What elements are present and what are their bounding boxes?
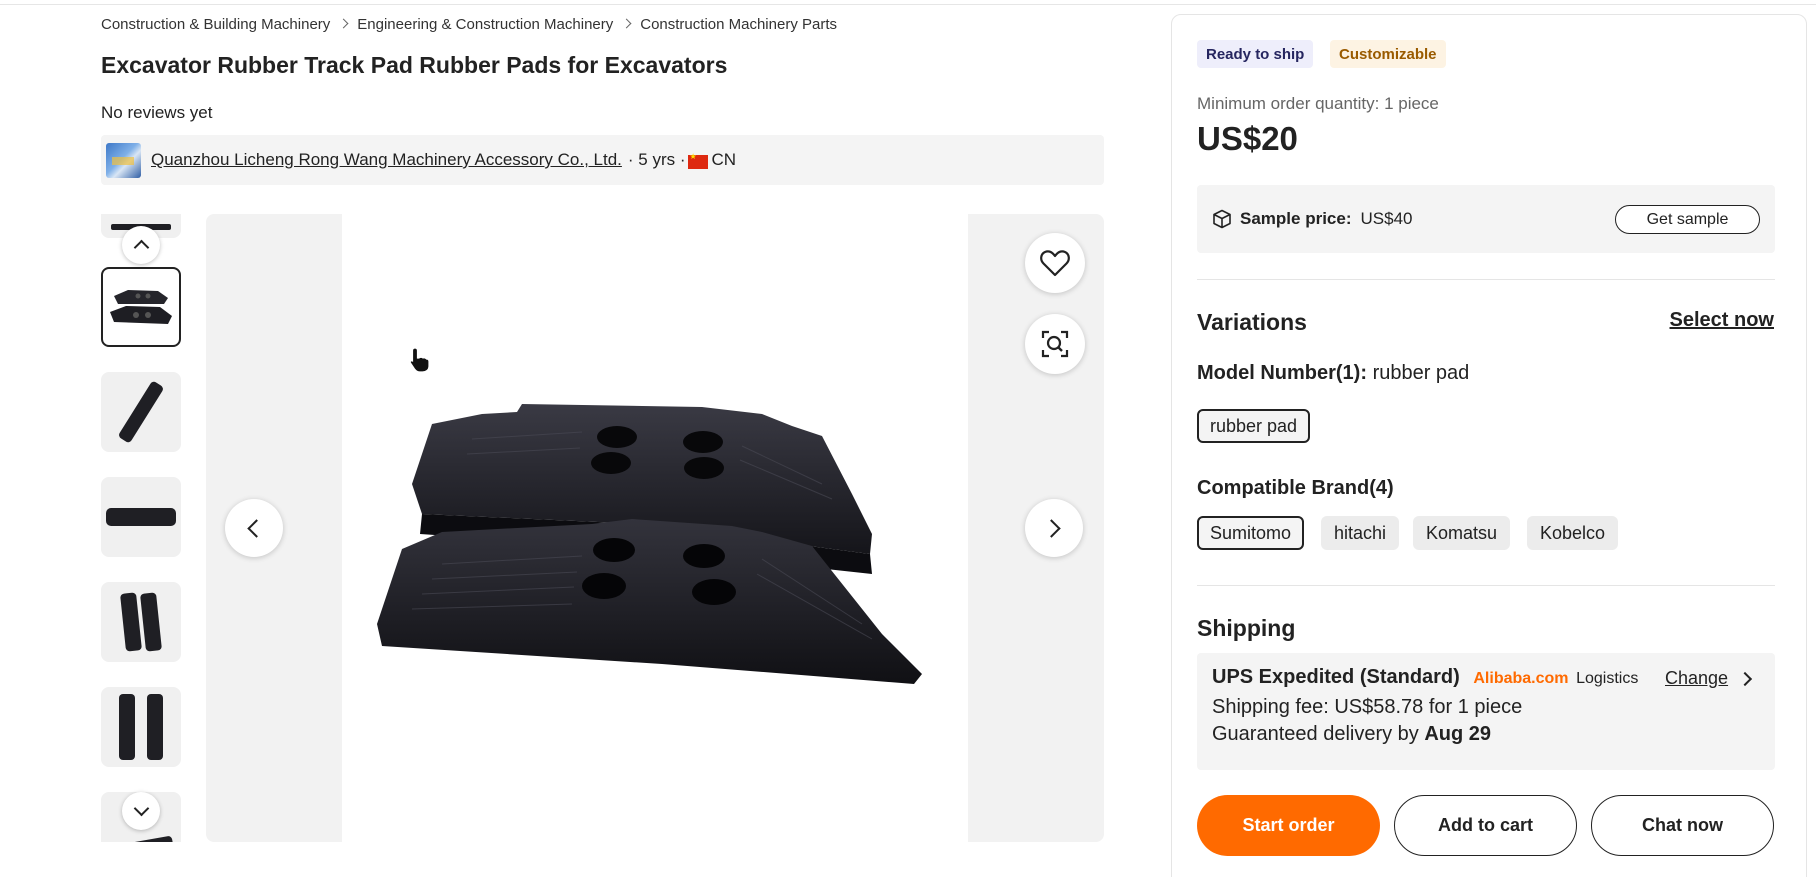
sample-price-box: Sample price: US$40 Get sample <box>1197 185 1775 253</box>
top-divider <box>0 4 1816 5</box>
change-shipping-link[interactable]: Change <box>1665 668 1753 689</box>
breadcrumb: Construction & Building Machinery Engine… <box>101 16 837 33</box>
chevron-up-icon <box>133 239 149 256</box>
purchase-panel: Ready to ship Customizable Minimum order… <box>1171 14 1807 877</box>
chevron-down-icon <box>133 800 149 817</box>
shipping-fee: Shipping fee: US$58.78 for 1 piece <box>1212 696 1523 718</box>
select-now-link[interactable]: Select now <box>1670 309 1774 332</box>
shipping-title: Shipping <box>1197 615 1296 641</box>
thumbnail[interactable] <box>101 687 181 767</box>
thumbnail-image <box>110 290 172 324</box>
supplier-years: · 5 yrs · <box>627 150 686 169</box>
divider <box>1197 585 1775 586</box>
model-number-label: Model Number(1): <box>1197 362 1367 384</box>
favorite-button[interactable] <box>1025 233 1085 293</box>
image-search-button[interactable] <box>1025 314 1085 374</box>
add-to-cart-button[interactable]: Add to cart <box>1394 795 1577 856</box>
thumbnail[interactable] <box>101 372 181 452</box>
brand-option-sumitomo[interactable]: Sumitomo <box>1197 516 1305 550</box>
delivery-guarantee: Guaranteed delivery by Aug 29 <box>1212 723 1492 745</box>
main-image-viewer[interactable] <box>206 214 1104 842</box>
shipping-method: UPS Expedited (Standard) <box>1212 666 1460 688</box>
alibaba-logo: Alibaba.com <box>1473 670 1569 687</box>
breadcrumb-item[interactable]: Engineering & Construction Machinery <box>357 16 613 33</box>
thumbnail-strip <box>101 214 181 842</box>
thumbnail[interactable] <box>101 582 181 662</box>
supplier-name-link[interactable]: Quanzhou Licheng Rong Wang Machinery Acc… <box>151 150 622 170</box>
logistics-label: Logistics <box>1576 670 1639 687</box>
sample-price-value: US$40 <box>1360 209 1413 228</box>
model-number-row: Model Number(1): rubber pad <box>1197 362 1469 385</box>
minimum-order-quantity: Minimum order quantity: 1 piece <box>1197 94 1439 113</box>
chat-now-button[interactable]: Chat now <box>1591 795 1774 856</box>
get-sample-button[interactable]: Get sample <box>1615 205 1760 234</box>
chevron-right-icon <box>1737 671 1753 686</box>
breadcrumb-item[interactable]: Construction & Building Machinery <box>101 16 330 33</box>
image-search-icon <box>1041 330 1069 358</box>
chevron-right-icon <box>338 18 349 29</box>
shipping-box: UPS Expedited (Standard) Alibaba.com Log… <box>1197 653 1775 770</box>
compatible-brand-label: Compatible Brand(4) <box>1197 477 1394 499</box>
divider <box>1197 279 1775 280</box>
next-image-button[interactable] <box>1025 499 1083 557</box>
previous-image-button[interactable] <box>225 499 283 557</box>
product-title: Excavator Rubber Track Pad Rubber Pads f… <box>101 52 728 78</box>
brand-option-hitachi[interactable]: hitachi <box>1321 516 1400 550</box>
thumbnails-down-button[interactable] <box>122 792 160 830</box>
chevron-left-icon <box>247 518 266 538</box>
model-option-rubber-pad[interactable]: rubber pad <box>1197 409 1311 443</box>
thumbnail[interactable] <box>101 477 181 557</box>
hand-cursor-icon <box>409 347 430 373</box>
sample-price-label: Sample price: <box>1240 209 1352 228</box>
heart-icon <box>1040 250 1070 277</box>
ready-to-ship-badge: Ready to ship <box>1197 40 1314 68</box>
rubber-pad-image <box>377 404 922 684</box>
breadcrumb-item[interactable]: Construction Machinery Parts <box>640 16 837 33</box>
reviews-text: No reviews yet <box>101 103 213 122</box>
thumbnails-up-button[interactable] <box>122 226 160 264</box>
thumbnail-active[interactable] <box>101 267 181 347</box>
model-number-value: rubber pad <box>1372 362 1470 384</box>
price: US$20 <box>1197 120 1298 157</box>
brand-option-kobelco[interactable]: Kobelco <box>1527 516 1619 550</box>
chevron-right-icon <box>1042 518 1061 538</box>
supplier-country: CN <box>711 150 737 169</box>
china-flag-icon <box>687 152 708 169</box>
variations-title: Variations <box>1197 309 1307 335</box>
delivery-date: Aug 29 <box>1424 723 1492 745</box>
shipping-method-row: UPS Expedited (Standard) Alibaba.com Log… <box>1212 666 1638 689</box>
supplier-bar: Quanzhou Licheng Rong Wang Machinery Acc… <box>101 135 1104 185</box>
chevron-right-icon <box>621 18 632 29</box>
customizable-badge: Customizable <box>1330 40 1446 68</box>
supplier-logo[interactable] <box>106 142 141 178</box>
product-photo <box>342 214 968 842</box>
brand-option-komatsu[interactable]: Komatsu <box>1413 516 1511 550</box>
start-order-button[interactable]: Start order <box>1197 795 1380 856</box>
package-icon <box>1213 209 1231 229</box>
